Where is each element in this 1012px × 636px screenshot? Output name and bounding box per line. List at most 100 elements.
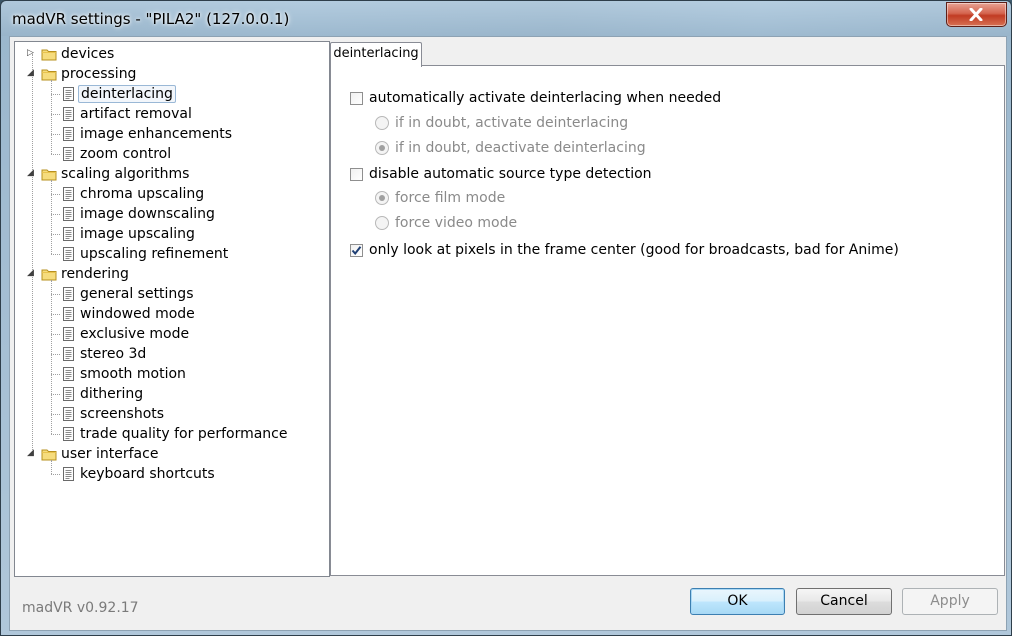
collapsed-arrow-icon[interactable]: ▷ — [27, 49, 36, 58]
page-icon — [60, 86, 76, 102]
doubt-deactivate-radio — [375, 141, 389, 155]
force-film-option: force film mode — [375, 190, 505, 206]
checkmark-icon — [351, 245, 362, 255]
tree-item-label: trade quality for performance — [80, 426, 288, 442]
page-icon — [60, 206, 76, 222]
tree-item-label: chroma upscaling — [80, 186, 205, 202]
folder-icon — [41, 446, 57, 462]
folder-icon — [41, 166, 57, 182]
page-icon — [60, 366, 76, 382]
close-icon — [969, 8, 983, 21]
tree-item-label: artifact removal — [80, 106, 192, 122]
tree-item-image-upscaling[interactable]: image upscaling — [15, 224, 329, 244]
tree-item-deinterlacing[interactable]: deinterlacing — [15, 84, 329, 104]
settings-panel: automatically activate deinterlacing whe… — [330, 65, 1005, 576]
tree-item-devices[interactable]: ▷ devices — [15, 44, 329, 64]
page-icon — [60, 146, 76, 162]
force-film-label: force film mode — [395, 190, 506, 206]
expanded-arrow-icon[interactable]: ◢ — [27, 269, 36, 278]
tree-item-scaling-algorithms[interactable]: ◢ scaling algorithms — [15, 164, 329, 184]
page-icon — [60, 106, 76, 122]
disable-detection-label: disable automatic source type detection — [369, 166, 652, 182]
tree-item-label: processing — [61, 66, 137, 82]
expanded-arrow-icon[interactable]: ◢ — [27, 169, 36, 178]
doubt-deactivate-label: if in doubt, deactivate deinterlacing — [395, 140, 646, 156]
tree-item-label: windowed mode — [80, 306, 195, 322]
folder-icon — [41, 66, 57, 82]
frame-center-checkbox[interactable] — [350, 243, 363, 257]
page-icon — [60, 406, 76, 422]
tree-item-exclusive-mode[interactable]: exclusive mode — [15, 324, 329, 344]
tree-item-rendering[interactable]: ◢ rendering — [15, 264, 329, 284]
page-icon — [60, 386, 76, 402]
tree-item-windowed-mode[interactable]: windowed mode — [15, 304, 329, 324]
page-icon — [60, 226, 76, 242]
tree-item-label: keyboard shortcuts — [80, 466, 215, 482]
tree-item-label: general settings — [80, 286, 194, 302]
cancel-button[interactable]: Cancel — [796, 588, 892, 615]
tree-item-trade-quality-for-performance[interactable]: trade quality for performance — [15, 424, 329, 444]
folder-icon — [41, 46, 57, 62]
tree-item-label: exclusive mode — [80, 326, 190, 342]
tree-item-image-enhancements[interactable]: image enhancements — [15, 124, 329, 144]
client-area: ▷ devices ◢ processing deinterlacing artifact… — [9, 36, 1007, 631]
settings-tree[interactable]: ▷ devices ◢ processing deinterlacing artifact… — [14, 41, 330, 577]
tree-item-dithering[interactable]: dithering — [15, 384, 329, 404]
page-icon — [60, 186, 76, 202]
tree-item-label: scaling algorithms — [61, 166, 190, 182]
disable-detection-checkbox[interactable] — [350, 167, 363, 181]
expanded-arrow-icon[interactable]: ◢ — [27, 69, 36, 78]
tree-item-zoom-control[interactable]: zoom control — [15, 144, 329, 164]
tree-item-stereo-3d[interactable]: stereo 3d — [15, 344, 329, 364]
title-bar[interactable]: madVR settings - "PILA2" (127.0.0.1) — [1, 1, 1011, 35]
auto-deinterlace-option[interactable]: automatically activate deinterlacing whe… — [350, 90, 721, 106]
tree-item-smooth-motion[interactable]: smooth motion — [15, 364, 329, 384]
doubt-deactivate-option: if in doubt, deactivate deinterlacing — [375, 140, 646, 156]
tab-deinterlacing[interactable]: deinterlacing — [330, 42, 422, 67]
folder-icon — [41, 266, 57, 282]
tree-item-label: dithering — [80, 386, 144, 402]
doubt-activate-radio — [375, 116, 389, 130]
page-icon — [60, 326, 76, 342]
apply-button[interactable]: Apply — [902, 588, 998, 615]
tree-item-processing[interactable]: ◢ processing — [15, 64, 329, 84]
tree-item-screenshots[interactable]: screenshots — [15, 404, 329, 424]
expanded-arrow-icon[interactable]: ◢ — [27, 449, 36, 458]
tree-item-keyboard-shortcuts[interactable]: keyboard shortcuts — [15, 464, 329, 484]
tree-item-general-settings[interactable]: general settings — [15, 284, 329, 304]
page-icon — [60, 126, 76, 142]
tree-item-upscaling-refinement[interactable]: upscaling refinement — [15, 244, 329, 264]
tree-item-label: rendering — [61, 266, 129, 282]
ok-button[interactable]: OK — [690, 588, 785, 615]
force-film-radio — [375, 191, 389, 205]
page-icon — [60, 246, 76, 262]
tree-item-label: stereo 3d — [80, 346, 147, 362]
tree-item-label: user interface — [61, 446, 159, 462]
close-button[interactable] — [946, 2, 1007, 27]
doubt-activate-option: if in doubt, activate deinterlacing — [375, 115, 628, 131]
tree-item-label: deinterlacing — [78, 85, 176, 103]
disable-detection-option[interactable]: disable automatic source type detection — [350, 166, 652, 182]
tree-item-label: screenshots — [80, 406, 165, 422]
auto-deinterlace-checkbox[interactable] — [350, 91, 363, 105]
tree-item-label: smooth motion — [80, 366, 186, 382]
tree-item-label: image upscaling — [80, 226, 195, 242]
frame-center-label: only look at pixels in the frame center … — [369, 242, 899, 258]
page-icon — [60, 346, 76, 362]
frame-center-option[interactable]: only look at pixels in the frame center … — [350, 242, 899, 258]
tree-item-label: upscaling refinement — [80, 246, 229, 262]
force-video-radio — [375, 216, 389, 230]
tree-item-image-downscaling[interactable]: image downscaling — [15, 204, 329, 224]
page-icon — [60, 306, 76, 322]
force-video-option: force video mode — [375, 215, 517, 231]
doubt-activate-label: if in doubt, activate deinterlacing — [395, 115, 629, 131]
page-icon — [60, 466, 76, 482]
tree-item-chroma-upscaling[interactable]: chroma upscaling — [15, 184, 329, 204]
settings-window: madVR settings - "PILA2" (127.0.0.1) ▷ de… — [0, 0, 1012, 636]
tree-item-user-interface[interactable]: ◢ user interface — [15, 444, 329, 464]
page-icon — [60, 426, 76, 442]
version-label: madVR v0.92.17 — [22, 600, 139, 616]
tree-item-artifact-removal[interactable]: artifact removal — [15, 104, 329, 124]
window-title: madVR settings - "PILA2" (127.0.0.1) — [12, 10, 290, 28]
tree-item-label: devices — [61, 46, 115, 62]
